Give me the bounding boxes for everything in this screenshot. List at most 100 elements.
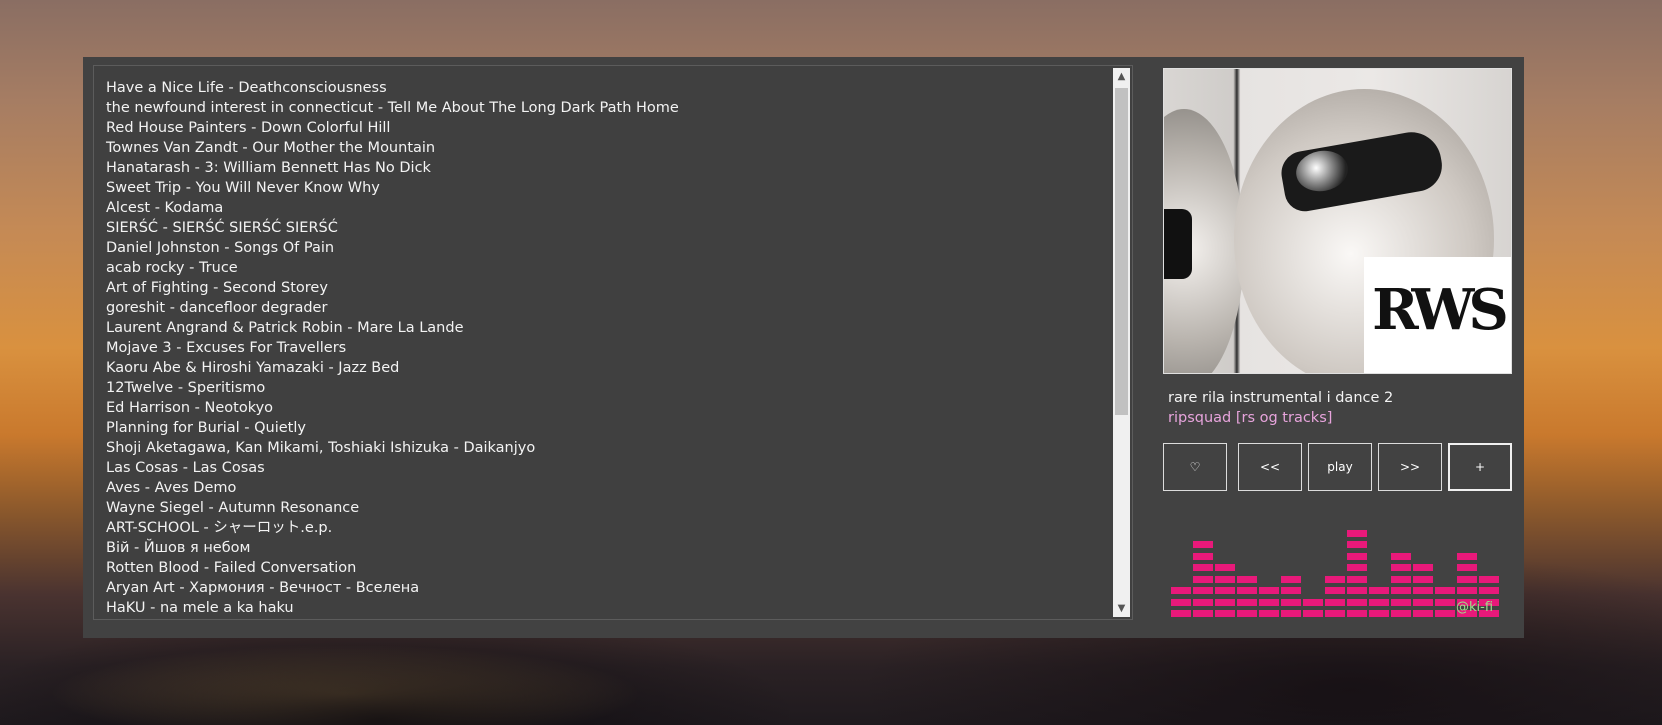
visualizer-bar (1325, 587, 1345, 594)
visualizer-bar (1193, 610, 1213, 617)
track-item[interactable]: Hanatarash - 3: William Bennett Has No D… (106, 158, 1106, 178)
visualizer-bar (1457, 575, 1477, 583)
visualizer-bar (1171, 610, 1191, 617)
visualizer-bar (1215, 610, 1235, 617)
visualizer-bar (1369, 587, 1389, 594)
visualizer-bar (1193, 575, 1213, 583)
visualizer-bar (1237, 587, 1257, 594)
visualizer-bar (1193, 598, 1213, 606)
track-item[interactable]: Wayne Siegel - Autumn Resonance (106, 498, 1106, 518)
visualizer-bar (1457, 587, 1477, 594)
visualizer-bar (1259, 587, 1279, 594)
visualizer-bar (1413, 587, 1433, 594)
visualizer-bar (1215, 598, 1235, 606)
track-item[interactable]: Las Cosas - Las Cosas (106, 458, 1106, 478)
visualizer-bar (1391, 610, 1411, 617)
track-item[interactable]: Planning for Burial - Quietly (106, 418, 1106, 438)
track-item[interactable]: the newfound interest in connecticut - T… (106, 98, 1106, 118)
visualizer-bar (1215, 575, 1235, 583)
visualizer-bar (1325, 598, 1345, 606)
playlist-panel: Have a Nice Life - Deathconsciousness the… (93, 65, 1133, 620)
visualizer-bar (1193, 564, 1213, 571)
audio-visualizer (1171, 517, 1501, 617)
track-item[interactable]: ART-SCHOOL - シャーロット.e.p. (106, 518, 1106, 538)
previous-button[interactable]: << (1238, 443, 1302, 491)
visualizer-bar (1457, 564, 1477, 571)
visualizer-bar (1281, 598, 1301, 606)
goggles-shape (1164, 209, 1192, 279)
visualizer-bar (1369, 610, 1389, 617)
visualizer-bar (1435, 587, 1455, 594)
visualizer-bar (1391, 587, 1411, 594)
next-button[interactable]: >> (1378, 443, 1442, 491)
play-button[interactable]: play (1308, 443, 1372, 491)
track-item[interactable]: SIERŚĆ - SIERŚĆ SIERŚĆ SIERŚĆ (106, 218, 1106, 238)
track-item[interactable]: Mojave 3 - Excuses For Travellers (106, 338, 1106, 358)
visualizer-bar (1391, 575, 1411, 583)
visualizer-bar (1347, 552, 1367, 560)
track-item[interactable]: Laurent Angrand & Patrick Robin - Mare L… (106, 318, 1106, 338)
visualizer-bar (1281, 587, 1301, 594)
visualizer-bar (1391, 564, 1411, 571)
visualizer-bar (1303, 610, 1323, 617)
visualizer-bar (1237, 610, 1257, 617)
like-button[interactable]: ♡ (1163, 443, 1227, 491)
track-item[interactable]: 12Twelve - Speritismo (106, 378, 1106, 398)
track-item[interactable]: Red House Painters - Down Colorful Hill (106, 118, 1106, 138)
scrollbar[interactable]: ▲ ▼ (1113, 68, 1130, 617)
visualizer-bar (1259, 598, 1279, 606)
track-item[interactable]: Вій - Йшов я небом (106, 538, 1106, 558)
track-item[interactable]: Sweet Trip - You Will Never Know Why (106, 178, 1106, 198)
visualizer-bar (1435, 610, 1455, 617)
visualizer-bar (1391, 552, 1411, 560)
visualizer-bar (1391, 598, 1411, 606)
visualizer-bar (1215, 564, 1235, 571)
track-item[interactable]: Art of Fighting - Second Storey (106, 278, 1106, 298)
visualizer-bar (1347, 529, 1367, 537)
visualizer-bar (1479, 587, 1499, 594)
music-player-window: Have a Nice Life - Deathconsciousness the… (83, 57, 1524, 638)
track-item[interactable]: Rotten Blood - Failed Conversation (106, 558, 1106, 578)
visualizer-bar (1215, 587, 1235, 594)
visualizer-bar (1435, 598, 1455, 606)
now-playing-artist[interactable]: ripsquad [rs og tracks] (1168, 410, 1332, 426)
now-playing-title: rare rila instrumental i dance 2 (1168, 390, 1394, 406)
track-item[interactable]: acab rocky - Truce (106, 258, 1106, 278)
track-item[interactable]: Kaoru Abe & Hiroshi Yamazaki - Jazz Bed (106, 358, 1106, 378)
visualizer-bar (1413, 564, 1433, 571)
visualizer-bar (1347, 598, 1367, 606)
track-item[interactable]: HaKU - na mele a ka haku (106, 598, 1106, 618)
visualizer-bar (1281, 610, 1301, 617)
visualizer-bar (1457, 552, 1477, 560)
scroll-down-icon[interactable]: ▼ (1113, 600, 1130, 617)
scroll-up-icon[interactable]: ▲ (1113, 68, 1130, 85)
track-item[interactable]: goreshit - dancefloor degrader (106, 298, 1106, 318)
visualizer-bar (1259, 610, 1279, 617)
add-button[interactable]: + (1448, 443, 1512, 491)
visualizer-bar (1479, 575, 1499, 583)
album-logo: RWS (1364, 257, 1511, 373)
visualizer-bar (1347, 610, 1367, 617)
track-item[interactable]: Ed Harrison - Neotokyo (106, 398, 1106, 418)
visualizer-bar (1171, 598, 1191, 606)
visualizer-bar (1237, 575, 1257, 583)
track-item[interactable]: Have a Nice Life - Deathconsciousness (106, 78, 1106, 98)
visualizer-bar (1193, 541, 1213, 548)
visualizer-bar (1325, 610, 1345, 617)
track-item[interactable]: Aves - Aves Demo (106, 478, 1106, 498)
visualizer-bar (1171, 587, 1191, 594)
visualizer-bar (1413, 575, 1433, 583)
visualizer-bar (1347, 564, 1367, 571)
visualizer-bar (1325, 575, 1345, 583)
track-item[interactable]: Townes Van Zandt - Our Mother the Mounta… (106, 138, 1106, 158)
track-item[interactable]: Shoji Aketagawa, Kan Mikami, Toshiaki Is… (106, 438, 1106, 458)
visualizer-bar (1281, 575, 1301, 583)
track-item[interactable]: Daniel Johnston - Songs Of Pain (106, 238, 1106, 258)
scrollbar-thumb[interactable] (1115, 88, 1128, 415)
track-item[interactable]: Aryan Art - Хармония - Вечност - Вселена (106, 578, 1106, 598)
visualizer-bar (1347, 575, 1367, 583)
track-list: Have a Nice Life - Deathconsciousness the… (106, 78, 1106, 618)
album-logo-text: RWS (1372, 277, 1509, 343)
track-item[interactable]: Alcest - Kodama (106, 198, 1106, 218)
album-art: RWS (1163, 68, 1512, 374)
